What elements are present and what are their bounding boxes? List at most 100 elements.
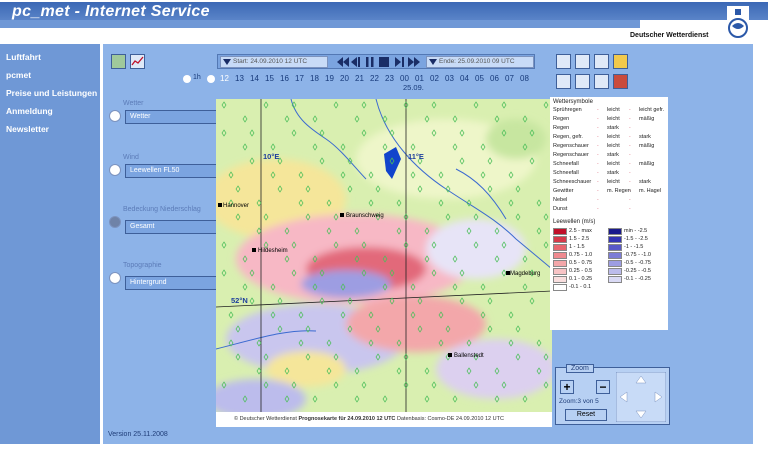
- hour-item[interactable]: 13: [235, 74, 244, 83]
- lee-label-up: 0.1 - 0.25: [569, 276, 593, 282]
- weather-symbol-icon: ·: [629, 197, 631, 203]
- hour-item[interactable]: 15: [265, 74, 274, 83]
- house-icon[interactable]: [594, 54, 609, 69]
- document-icon[interactable]: [556, 74, 571, 89]
- legend-row-a: leicht: [607, 116, 620, 122]
- map-canvas: Hannover Braunschweig Hildesheim Magdebu…: [216, 99, 552, 422]
- info-icon[interactable]: [613, 74, 628, 89]
- lee-label-down: -0.75 - -1.0: [624, 252, 651, 258]
- time-control-bar: Start: 24.09.2010 12 UTC Ende: 25.09.201…: [217, 54, 535, 69]
- layer-select[interactable]: Hintergrund: [125, 276, 217, 290]
- lee-swatch-up: [553, 244, 567, 251]
- legend-row: Schneefall · stark ·: [553, 170, 667, 178]
- layer-select[interactable]: Gesamt: [125, 220, 217, 234]
- legend-row-name: Regenschauer: [553, 152, 589, 158]
- hour-item[interactable]: 08: [520, 74, 529, 83]
- nav-newsletter[interactable]: Newsletter: [6, 124, 49, 134]
- weather-symbol-icon: ·: [629, 170, 631, 176]
- valid-time: 24.09.2010 12 UTC: [347, 416, 396, 422]
- layer-radio[interactable]: [109, 110, 121, 122]
- step-label: 1h: [193, 74, 201, 81]
- weather-symbol-icon: ·: [597, 188, 599, 194]
- version-label: Version 25.11.2008: [108, 431, 168, 438]
- end-time-field[interactable]: Ende: 25.09.2010 09 UTC: [426, 56, 534, 68]
- weather-symbol-icon: ·: [629, 179, 631, 185]
- layer-label: Topographie: [123, 262, 162, 269]
- legend-title: Wettersymbole: [553, 99, 593, 105]
- legend-row-name: Schneefall: [553, 161, 579, 167]
- pan-control[interactable]: [616, 372, 666, 422]
- lee-swatch-up: [553, 284, 567, 291]
- save-icon[interactable]: [594, 74, 609, 89]
- data-basis: Datenbasis: Cosmo-DE 24.09.2010 12 UTC: [396, 416, 504, 422]
- layer-select[interactable]: Leewellen FL50: [125, 164, 217, 178]
- legend-row-b: stark: [639, 134, 651, 140]
- legend-row-a: leicht: [607, 143, 620, 149]
- weather-icon[interactable]: [556, 54, 571, 69]
- hour-item[interactable]: 01: [415, 74, 424, 83]
- hour-item[interactable]: 21: [355, 74, 364, 83]
- zoom-in-button[interactable]: +: [560, 380, 574, 394]
- hour-item[interactable]: 07: [505, 74, 514, 83]
- layer-radio-selected[interactable]: [109, 216, 121, 228]
- lee-swatch-up: [553, 228, 567, 235]
- legend-row-name: Regen: [553, 116, 570, 122]
- legend-row-a: leicht: [607, 179, 620, 185]
- legend-row-a: m. Regen: [607, 188, 631, 194]
- legend-row: Nebel · ·: [553, 197, 667, 205]
- hour-item[interactable]: 12: [220, 74, 229, 83]
- grid-label-10e: 10°E: [263, 152, 279, 161]
- forecast-map[interactable]: Hannover Braunschweig Hildesheim Magdebu…: [216, 99, 552, 422]
- hour-item[interactable]: 02: [430, 74, 439, 83]
- zoom-reset-button[interactable]: Reset: [565, 409, 607, 421]
- nav-anmeldung[interactable]: Anmeldung: [6, 106, 53, 116]
- prev-hour-icon[interactable]: [183, 75, 191, 83]
- hour-item[interactable]: 19: [325, 74, 334, 83]
- legend-row: Dunst · ·: [553, 206, 667, 214]
- layer-radio[interactable]: [109, 272, 121, 284]
- city-magdeburg: Magdeburg: [510, 271, 540, 277]
- weather-symbol-icon: ·: [629, 107, 631, 113]
- legend-row-name: Regen: [553, 125, 570, 131]
- hour-item[interactable]: 18: [310, 74, 319, 83]
- nav-luftfahrt[interactable]: Luftfahrt: [6, 52, 41, 62]
- legend-row-a: leicht: [607, 107, 620, 113]
- hour-item[interactable]: 14: [250, 74, 259, 83]
- legend-row: Regen, gefr. · leicht · stark: [553, 134, 667, 142]
- hour-item[interactable]: 22: [370, 74, 379, 83]
- weather-symbol-icon: ·: [629, 116, 631, 122]
- legend-row-b: mäßig: [639, 161, 655, 167]
- dropdown-arrow-icon: [429, 59, 437, 65]
- chart-mode-icon[interactable]: [130, 54, 145, 69]
- person-icon[interactable]: [613, 54, 628, 69]
- next-hour-icon[interactable]: [207, 75, 215, 83]
- layer-radio[interactable]: [109, 164, 121, 176]
- map-mode-icon[interactable]: [111, 54, 126, 69]
- hour-item[interactable]: 20: [340, 74, 349, 83]
- weather-symbol-icon: ·: [629, 188, 631, 194]
- app-title: pc_met - Internet Service: [12, 3, 210, 20]
- nav-pcmet[interactable]: pcmet: [6, 70, 31, 80]
- legend-row-a: leicht: [607, 134, 620, 140]
- hour-item[interactable]: 06: [490, 74, 499, 83]
- legend-row-b: leicht gefr.: [639, 107, 665, 113]
- layer-label: Wind: [123, 154, 139, 161]
- start-time-field[interactable]: Start: 24.09.2010 12 UTC: [220, 56, 328, 68]
- weather-symbol-icon: ·: [629, 206, 631, 212]
- legend-row-name: Sprühregen: [553, 107, 582, 113]
- users-icon[interactable]: [575, 54, 590, 69]
- hour-item[interactable]: 04: [460, 74, 469, 83]
- hour-item[interactable]: 00: [400, 74, 409, 83]
- nav-preise-leistungen[interactable]: Preise und Leistungen: [6, 88, 97, 98]
- print-icon[interactable]: [575, 74, 590, 89]
- hour-item[interactable]: 16: [280, 74, 289, 83]
- hour-item[interactable]: 05: [475, 74, 484, 83]
- hour-item[interactable]: 03: [445, 74, 454, 83]
- hour-selector: 1h 12 13 14 15 16 17 18 19 20 21 22 23 00 01 02 03 04 05 0…: [183, 72, 548, 96]
- hour-item[interactable]: 17: [295, 74, 304, 83]
- left-nav: Luftfahrt pcmet Preise und Leistungen An…: [0, 44, 100, 444]
- lee-title: Leewellen (m/s): [553, 219, 596, 225]
- zoom-out-button[interactable]: −: [596, 380, 610, 394]
- hour-item[interactable]: 23: [385, 74, 394, 83]
- layer-select[interactable]: Wetter: [125, 110, 217, 124]
